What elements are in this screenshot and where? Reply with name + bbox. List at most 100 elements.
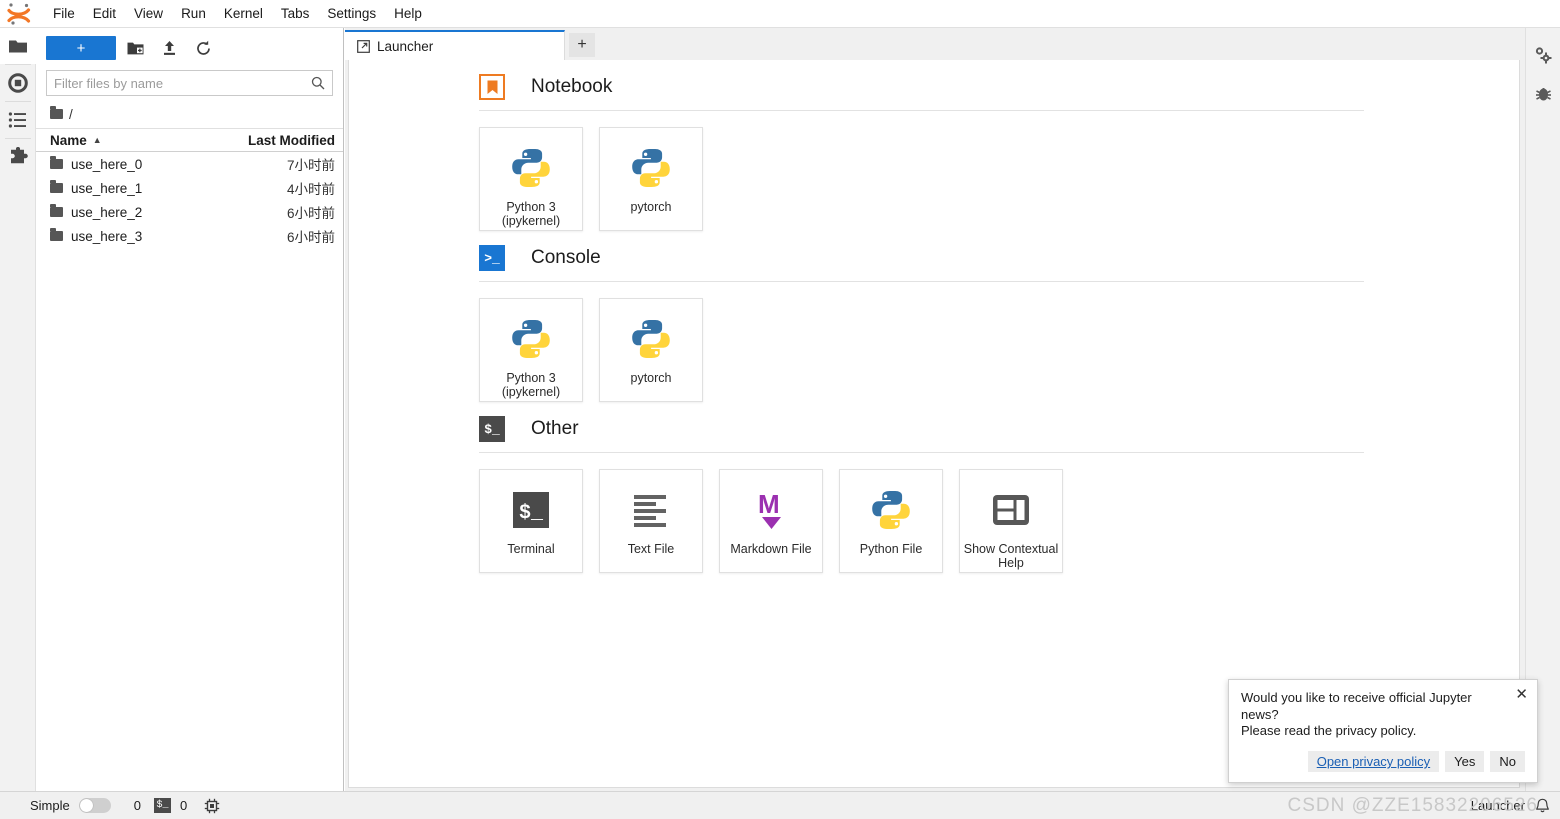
section-title: Other — [531, 418, 579, 439]
tab-bar: Launcher + — [345, 28, 1525, 60]
column-header-last-modified[interactable]: Last Modified — [229, 133, 335, 148]
section-header: Notebook — [479, 60, 1519, 100]
breadcrumb-path: / — [69, 106, 73, 122]
text-file-icon — [625, 484, 677, 536]
file-browser-toolbar: + — [36, 28, 343, 66]
column-header-name[interactable]: Name ▲ — [50, 133, 229, 148]
contextual-help-icon — [985, 484, 1037, 536]
menu-settings[interactable]: Settings — [318, 2, 385, 25]
breadcrumb[interactable]: / — [36, 104, 343, 128]
bell-icon[interactable] — [1535, 798, 1550, 814]
svg-text:M: M — [758, 489, 780, 519]
terminal-count[interactable]: 0 — [180, 798, 187, 813]
menu-kernel[interactable]: Kernel — [215, 2, 272, 25]
left-activity-bar — [0, 28, 36, 791]
upload-files-button[interactable] — [154, 36, 184, 60]
card-label: Text File — [627, 542, 675, 556]
menu-tabs[interactable]: Tabs — [272, 2, 319, 25]
card-list: $_ Terminal Text File M Markdown File Py… — [479, 453, 1519, 573]
new-tab-button[interactable]: + — [569, 33, 595, 57]
tab-launcher[interactable]: Launcher — [345, 30, 565, 60]
python-icon — [625, 142, 677, 194]
bug-icon — [1535, 87, 1551, 100]
terminal-status-icon[interactable]: $_ — [153, 798, 171, 813]
folder-icon — [50, 228, 63, 241]
notification-toast: ✕ Would you like to receive official Jup… — [1228, 679, 1538, 783]
filter-files-box[interactable] — [46, 70, 333, 96]
card-label: Show Contextual Help — [963, 542, 1059, 571]
sidebar-item-extension-manager[interactable] — [0, 139, 36, 175]
launcher-card-show-contextual-help[interactable]: Show Contextual Help — [959, 469, 1063, 573]
table-row[interactable]: use_here_3 6小时前 — [36, 224, 343, 248]
menu-view[interactable]: View — [125, 2, 172, 25]
sidebar-item-commands[interactable] — [0, 102, 36, 138]
search-icon — [311, 76, 325, 90]
status-bar-right: Launcher — [1471, 798, 1560, 814]
card-label: pytorch — [630, 371, 672, 385]
sort-ascending-icon: ▲ — [92, 135, 102, 145]
python-icon — [505, 142, 557, 194]
launcher-card-terminal[interactable]: $_ Terminal — [479, 469, 583, 573]
simple-mode-label: Simple — [30, 798, 70, 813]
folder-icon — [50, 180, 63, 193]
kernel-count[interactable]: 0 — [134, 798, 141, 813]
simple-mode-toggle[interactable] — [78, 798, 111, 813]
current-view-label: Launcher — [1470, 798, 1525, 813]
launcher-card-pytorch-console[interactable]: pytorch — [599, 298, 703, 402]
card-label: pytorch — [630, 200, 672, 214]
file-list-header: Name ▲ Last Modified — [36, 128, 343, 152]
python-icon — [865, 484, 917, 536]
launcher-card-python-file[interactable]: Python File — [839, 469, 943, 573]
sidebar-item-running-sessions[interactable] — [0, 65, 36, 101]
status-bar: Simple 0 $_ 0 Launcher — [0, 791, 1560, 819]
python-icon — [505, 313, 557, 365]
jupyterlab-window: File Edit View Run Kernel Tabs Settings … — [0, 0, 1560, 819]
search-input[interactable] — [54, 75, 311, 91]
no-button[interactable]: No — [1490, 751, 1525, 772]
launcher-card-python3-notebook[interactable]: Python 3 (ipykernel) — [479, 127, 583, 231]
right-sidebar — [1525, 28, 1560, 791]
table-row[interactable]: use_here_2 6小时前 — [36, 200, 343, 224]
markdown-icon: M — [745, 484, 797, 536]
notification-message-line2: Please read the privacy policy. — [1241, 722, 1417, 738]
menu-edit[interactable]: Edit — [84, 2, 125, 25]
file-modified: 6小时前 — [286, 206, 335, 221]
section-header: $_ Other — [479, 402, 1519, 442]
table-row[interactable]: use_here_0 7小时前 — [36, 152, 343, 176]
notification-message-line1: Would you like to receive official Jupyt… — [1241, 690, 1472, 722]
refresh-file-list-button[interactable] — [188, 36, 218, 60]
table-row[interactable]: use_here_1 4小时前 — [36, 176, 343, 200]
launcher-section-notebook: Notebook Python 3 (ipykernel) pytorch — [349, 60, 1519, 231]
menu-run[interactable]: Run — [172, 2, 215, 25]
menu-help[interactable]: Help — [385, 2, 431, 25]
notification-actions: Open privacy policy Yes No — [1241, 751, 1525, 772]
puzzle-icon — [10, 147, 28, 164]
launcher-card-pytorch-notebook[interactable]: pytorch — [599, 127, 703, 231]
status-bar-left: Simple 0 $_ 0 — [0, 798, 220, 814]
notebook-bookmark-icon — [479, 74, 505, 100]
terminal-prompt-icon: $_ — [479, 416, 505, 442]
svg-text:$_: $_ — [519, 502, 544, 525]
menu-file[interactable]: File — [44, 2, 84, 25]
sidebar-item-file-browser[interactable] — [0, 28, 36, 64]
card-label: Terminal — [507, 542, 555, 556]
cpu-chip-icon[interactable] — [204, 798, 220, 814]
yes-button[interactable]: Yes — [1445, 751, 1485, 772]
sidebar-item-property-inspector[interactable] — [1526, 36, 1560, 74]
menu-items: File Edit View Run Kernel Tabs Settings … — [44, 2, 431, 25]
main-dock-area: Launcher + Notebook Python 3 (ipykernel)… — [345, 28, 1525, 791]
file-name: use_here_1 — [71, 180, 143, 196]
new-launcher-button[interactable]: + — [46, 36, 116, 60]
new-folder-button[interactable] — [120, 36, 150, 60]
file-modified: 7小时前 — [286, 158, 335, 173]
file-modified: 6小时前 — [286, 230, 335, 245]
menu-bar: File Edit View Run Kernel Tabs Settings … — [0, 0, 1560, 28]
sidebar-item-debugger[interactable] — [1526, 74, 1560, 112]
launcher-card-text-file[interactable]: Text File — [599, 469, 703, 573]
gears-icon — [1535, 47, 1552, 64]
launcher-card-python3-console[interactable]: Python 3 (ipykernel) — [479, 298, 583, 402]
launcher-section-other: $_ Other $_ Terminal Text File M Markdow… — [349, 402, 1519, 573]
launcher-card-markdown-file[interactable]: M Markdown File — [719, 469, 823, 573]
open-privacy-policy-button[interactable]: Open privacy policy — [1307, 751, 1440, 772]
close-icon[interactable]: ✕ — [1515, 687, 1528, 702]
